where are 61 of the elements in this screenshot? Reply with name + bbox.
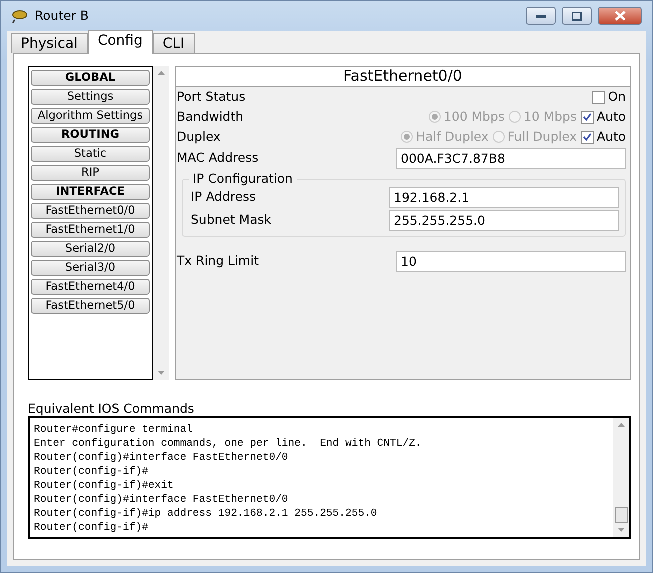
field-label: IP Address (191, 188, 257, 206)
field-label: Duplex (177, 128, 222, 146)
console-line: Router(config-if)# (34, 521, 150, 535)
check-icon (582, 133, 592, 141)
radio-label: 100 Mbps (444, 108, 505, 126)
checkbox-label: Auto (596, 108, 626, 126)
radio-label: 10 Mbps (524, 108, 577, 126)
sidebar-button[interactable]: Algorithm Settings (31, 108, 150, 124)
field-label: MAC Address (177, 148, 260, 167)
field-label: Port Status (177, 88, 247, 106)
scroll-thumb[interactable] (614, 507, 628, 523)
input-field[interactable]: 000A.F3C7.87B8 (396, 148, 626, 168)
scroll-down-icon[interactable] (158, 371, 164, 375)
console-line: Router#configure terminal (34, 423, 194, 437)
sidebar-button[interactable]: Static (31, 146, 150, 162)
radio-label: Full Duplex (508, 128, 577, 146)
sidebar-button[interactable]: FastEthernet0/0 (31, 203, 150, 219)
scrollbar[interactable] (613, 418, 629, 537)
maximize-icon (572, 12, 582, 20)
console-line: Enter configuration commands, one per line. End with CNTL/Z. (34, 437, 423, 451)
section-header-button[interactable]: GLOBAL (31, 70, 150, 86)
input-field[interactable]: 192.168.2.1 (389, 187, 619, 208)
section-label: Equivalent IOS Commands (28, 402, 196, 416)
checkbox-label: Auto (596, 128, 626, 146)
sidebar-button[interactable]: Settings (31, 89, 150, 105)
field-label: Tx Ring Limit (177, 252, 260, 270)
section-header-button[interactable]: ROUTING (31, 127, 150, 143)
console-line: Router(config)#interface FastEthernet0/0 (34, 451, 290, 465)
scrollbar[interactable] (153, 66, 169, 380)
checkbox[interactable] (592, 90, 606, 104)
sidebar-button[interactable]: Serial2/0 (31, 241, 150, 257)
section-header-button[interactable]: INTERFACE (31, 184, 150, 200)
scroll-up-icon[interactable] (158, 71, 164, 75)
console-line: Router(config)#interface FastEthernet0/0 (34, 493, 290, 507)
sidebar-button[interactable]: FastEthernet5/0 (31, 298, 150, 314)
tab[interactable]: CLI (152, 33, 195, 53)
sidebar-button[interactable]: Serial3/0 (31, 260, 150, 276)
check-icon (582, 113, 592, 121)
console-line: Router(config-if)#exit (34, 479, 175, 493)
tab[interactable]: Config (88, 30, 153, 54)
tab[interactable]: Physical (11, 33, 88, 53)
minimize-icon (536, 14, 546, 18)
panel-title: FastEthernet0/0 (176, 67, 630, 87)
close-button[interactable] (598, 7, 642, 25)
field-label: Subnet Mask (191, 211, 272, 230)
window-title: Router B (35, 6, 89, 25)
scroll-up-icon[interactable] (618, 423, 624, 427)
checkbox-label: On (608, 88, 626, 106)
radio-label: Half Duplex (416, 128, 489, 146)
input-field[interactable]: 255.255.255.0 (389, 210, 619, 231)
sidebar-button[interactable]: FastEthernet1/0 (31, 222, 150, 238)
sidebar-button[interactable]: FastEthernet4/0 (31, 279, 150, 295)
close-icon (614, 11, 626, 21)
input-field[interactable]: 10 (396, 250, 626, 272)
console-line: Router(config-if)# (34, 465, 150, 479)
minimize-button[interactable] (526, 7, 556, 25)
console-line: Router(config-if)#ip address 192.168.2.1 255.255.255.0 (34, 507, 378, 521)
field-label: Bandwidth (177, 108, 245, 126)
maximize-button[interactable] (562, 7, 592, 25)
scroll-down-icon[interactable] (618, 528, 624, 532)
sidebar-button[interactable]: RIP (31, 165, 150, 181)
